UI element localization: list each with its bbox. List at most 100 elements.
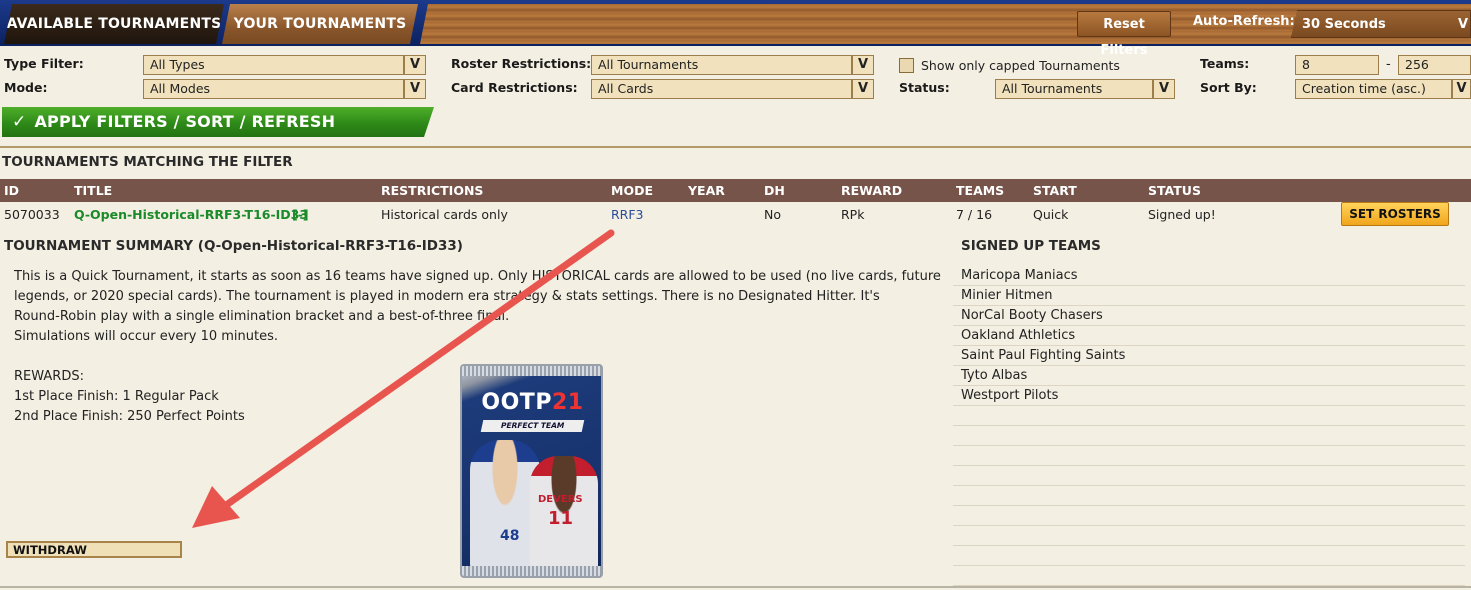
sort-by-select[interactable]: Creation time (asc.): [1295, 79, 1452, 99]
bottom-divider: [0, 586, 1471, 588]
list-item-empty: [953, 406, 1465, 426]
summary-line: Round-Robin play with a single eliminati…: [14, 309, 510, 324]
reward-second-place: 2nd Place Finish: 250 Perfect Points: [14, 409, 245, 424]
table-row[interactable]: 5070033 Q-Open-Historical-RRF3-T16-ID33 …: [0, 203, 1471, 227]
status-select[interactable]: All Tournaments: [995, 79, 1153, 99]
team-name: Saint Paul Fighting Saints: [961, 348, 1126, 363]
list-item[interactable]: Minier Hitmen: [953, 286, 1465, 306]
tab-your-tournaments[interactable]: YOUR TOURNAMENTS: [222, 4, 418, 44]
col-id[interactable]: ID: [4, 183, 19, 198]
player-right-number: 11: [548, 508, 574, 529]
checkmark-icon: ✓: [12, 112, 27, 132]
team-name: Tyto Albas: [961, 368, 1028, 383]
mode-dropdown-icon[interactable]: V: [404, 79, 426, 99]
list-item-empty: [953, 446, 1465, 466]
col-reward[interactable]: REWARD: [841, 183, 902, 198]
teams-max-input[interactable]: 256: [1398, 55, 1471, 75]
table-header: ID TITLE RESTRICTIONS MODE YEAR DH REWAR…: [0, 179, 1471, 202]
teams-label: Teams:: [1200, 56, 1250, 71]
annotation-arrowhead: [192, 486, 240, 528]
mode-label: Mode:: [4, 80, 48, 95]
team-name: Westport Pilots: [961, 388, 1059, 403]
status-label: Status:: [899, 80, 950, 95]
list-item[interactable]: Saint Paul Fighting Saints: [953, 346, 1465, 366]
apply-filters-button[interactable]: ✓ APPLY FILTERS / SORT / REFRESH: [2, 107, 434, 137]
type-filter-select[interactable]: All Types: [143, 55, 404, 75]
type-filter-label: Type Filter:: [4, 56, 84, 71]
player-left-number: 48: [500, 528, 520, 544]
mode-select[interactable]: All Modes: [143, 79, 404, 99]
row-collapse-toggle[interactable]: [-]: [292, 207, 309, 222]
row-title-link[interactable]: Q-Open-Historical-RRF3-T16-ID33: [74, 207, 308, 222]
list-item-empty: [953, 566, 1465, 586]
col-dh[interactable]: DH: [764, 183, 785, 198]
auto-refresh-label: Auto-Refresh:: [1193, 14, 1295, 29]
player-right-name: DEVERS: [538, 494, 583, 505]
list-item[interactable]: Tyto Albas: [953, 366, 1465, 386]
col-restrictions[interactable]: RESTRICTIONS: [381, 183, 483, 198]
col-year[interactable]: YEAR: [688, 183, 725, 198]
row-start: Quick: [1033, 207, 1069, 222]
capped-tournaments-checkbox[interactable]: [899, 58, 914, 73]
reward-first-place: 1st Place Finish: 1 Regular Pack: [14, 389, 219, 404]
sort-by-label: Sort By:: [1200, 80, 1257, 95]
tournament-summary-title: TOURNAMENT SUMMARY (Q-Open-Historical-RR…: [4, 238, 463, 254]
col-title[interactable]: TITLE: [74, 183, 112, 198]
capped-tournaments-label: Show only capped Tournaments: [921, 58, 1120, 73]
chevron-down-icon: V: [1457, 17, 1468, 32]
tab-available-tournaments[interactable]: AVAILABLE TOURNAMENTS: [4, 4, 224, 44]
roster-restrictions-label: Roster Restrictions:: [451, 56, 592, 71]
list-item[interactable]: NorCal Booty Chasers: [953, 306, 1465, 326]
team-name: Oakland Athletics: [961, 328, 1076, 343]
team-name: Minier Hitmen: [961, 288, 1053, 303]
row-mode-link[interactable]: RRF3: [611, 207, 644, 222]
list-item[interactable]: Westport Pilots: [953, 386, 1465, 406]
list-item-empty: [953, 546, 1465, 566]
col-start[interactable]: START: [1033, 183, 1077, 198]
pack-subtitle: PERFECT TEAM: [480, 420, 585, 432]
list-item[interactable]: Maricopa Maniacs: [953, 266, 1465, 286]
row-id: 5070033: [4, 207, 60, 222]
list-item-empty: [953, 466, 1465, 486]
auto-refresh-select[interactable]: 30 Seconds V: [1291, 10, 1471, 38]
matching-tournaments-title: TOURNAMENTS MATCHING THE FILTER: [2, 154, 293, 170]
player-right-figure: DEVERS 11: [530, 456, 598, 571]
pack-brand: OOTP: [481, 390, 552, 415]
team-name: Maricopa Maniacs: [961, 268, 1078, 283]
teams-min-input[interactable]: 8: [1295, 55, 1379, 75]
pack-logo: OOTP21: [472, 390, 593, 415]
auto-refresh-value: 30 Seconds: [1302, 17, 1386, 32]
list-item[interactable]: Oakland Athletics: [953, 326, 1465, 346]
card-restrictions-select[interactable]: All Cards: [591, 79, 852, 99]
col-status[interactable]: STATUS: [1148, 183, 1201, 198]
col-mode[interactable]: MODE: [611, 183, 653, 198]
roster-restrictions-dropdown-icon[interactable]: V: [852, 55, 874, 75]
pack-number: 21: [551, 390, 584, 415]
row-status: Signed up!: [1148, 207, 1216, 222]
list-item-empty: [953, 506, 1465, 526]
type-filter-dropdown-icon[interactable]: V: [404, 55, 426, 75]
col-teams[interactable]: TEAMS: [956, 183, 1004, 198]
summary-line: legends, or 2020 special cards). The tou…: [14, 289, 880, 304]
row-restrictions: Historical cards only: [381, 207, 508, 222]
roster-restrictions-select[interactable]: All Tournaments: [591, 55, 852, 75]
pack-crimp-top: [462, 366, 601, 376]
teams-range-separator: -: [1386, 57, 1391, 72]
row-reward: RPk: [841, 207, 865, 222]
summary-line: This is a Quick Tournament, it starts as…: [14, 269, 941, 284]
pack-crimp-bottom: [462, 566, 601, 576]
card-restrictions-label: Card Restrictions:: [451, 80, 578, 95]
reset-filters-button[interactable]: Reset Filters: [1077, 11, 1171, 58]
list-item-empty: [953, 526, 1465, 546]
set-rosters-button[interactable]: SET ROSTERS: [1341, 202, 1449, 226]
sort-by-dropdown-icon[interactable]: V: [1452, 79, 1471, 99]
summary-line: Simulations will occur every 10 minutes.: [14, 329, 279, 344]
divider: [0, 146, 1471, 148]
withdraw-button[interactable]: WITHDRAW: [6, 541, 182, 558]
card-restrictions-dropdown-icon[interactable]: V: [852, 79, 874, 99]
card-pack-image: OOTP21 PERFECT TEAM 48 DEVERS 11: [460, 364, 603, 578]
row-dh: No: [764, 207, 781, 222]
status-dropdown-icon[interactable]: V: [1153, 79, 1175, 99]
apply-filters-label: APPLY FILTERS / SORT / REFRESH: [34, 112, 336, 131]
team-name: NorCal Booty Chasers: [961, 308, 1103, 323]
